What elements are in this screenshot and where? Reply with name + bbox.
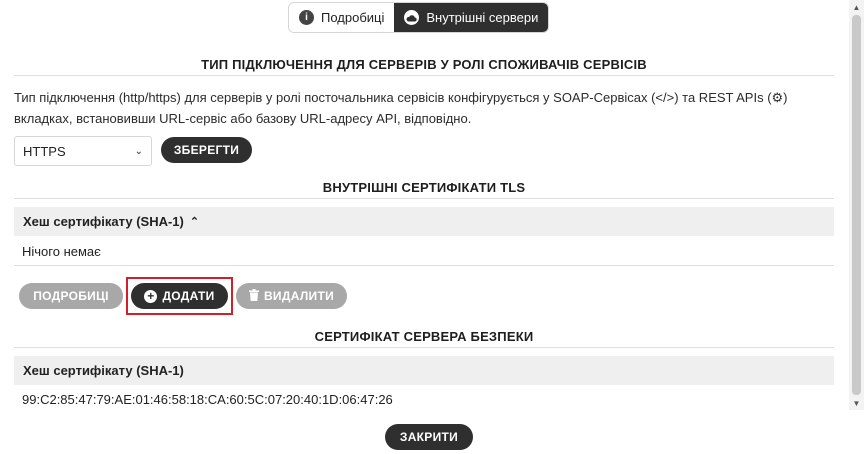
tab-details-label: Подробиці	[321, 10, 385, 25]
tls-table-header[interactable]: Хеш сертифікату (SHA-1) ⌃	[14, 207, 834, 236]
dialog-footer: ЗАКРИТИ	[0, 410, 864, 454]
cloud-icon	[404, 10, 420, 25]
divider	[14, 347, 834, 348]
security-cert-hash: 99:C2:85:47:79:AE:01:46:58:18:CA:60:5C:0…	[22, 392, 393, 407]
sort-up-icon: ⌃	[189, 216, 200, 228]
details-button[interactable]: ПОДРОБИЦІ	[19, 283, 123, 309]
connection-type-select-value: HTTPS	[23, 143, 66, 159]
trash-icon	[248, 288, 259, 304]
divider	[14, 265, 834, 266]
scrollbar-thumb[interactable]	[852, 15, 861, 395]
tls-empty-text: Нічого немає	[22, 244, 101, 259]
tls-certs-title: ВНУТРІШНІ СЕРТИФІКАТИ TLS	[322, 180, 526, 195]
connection-type-title: ТИП ПІДКЛЮЧЕННЯ ДЛЯ СЕРВЕРІВ У РОЛІ СПОЖ…	[201, 57, 647, 72]
dialog-content: i Подробиці Внутрішні сервери ТИП ПІДКЛЮ…	[0, 0, 849, 410]
chevron-down-icon: ⌄	[134, 145, 143, 157]
security-cert-table-header: Хеш сертифікату (SHA-1)	[14, 356, 834, 385]
tab-internal-servers-label: Внутрішні сервери	[426, 10, 539, 25]
delete-button-label: ВИДАЛИТИ	[263, 289, 335, 303]
details-button-label: ПОДРОБИЦІ	[33, 289, 109, 303]
tls-hash-column-header: Хеш сертифікату (SHA-1)	[23, 214, 184, 229]
info-icon: i	[299, 10, 314, 25]
security-hash-column-header: Хеш сертифікату (SHA-1)	[23, 363, 184, 378]
highlight-box	[126, 277, 233, 315]
divider	[14, 75, 834, 76]
scroll-up-icon[interactable]: ▲	[849, 0, 864, 14]
delete-button[interactable]: ВИДАЛИТИ	[236, 283, 347, 309]
connection-type-description: Тип підключення (http/https) для сервері…	[14, 90, 788, 126]
vertical-scrollbar[interactable]: ▲ ▼	[849, 0, 864, 410]
close-button[interactable]: ЗАКРИТИ	[385, 424, 473, 450]
close-button-label: ЗАКРИТИ	[399, 430, 459, 444]
scroll-down-icon[interactable]: ▼	[849, 396, 864, 410]
tab-internal-servers[interactable]: Внутрішні сервери	[394, 3, 549, 32]
tab-details[interactable]: i Подробиці	[289, 3, 395, 32]
connection-type-select[interactable]: HTTPS ⌄	[14, 136, 152, 166]
tab-bar: i Подробиці Внутрішні сервери	[288, 2, 550, 33]
save-button[interactable]: ЗБЕРЕГТИ	[161, 137, 252, 163]
save-button-label: ЗБЕРЕГТИ	[173, 143, 240, 157]
security-server-cert-title: СЕРТИФІКАТ СЕРВЕРА БЕЗПЕКИ	[314, 329, 534, 344]
divider	[14, 198, 834, 199]
